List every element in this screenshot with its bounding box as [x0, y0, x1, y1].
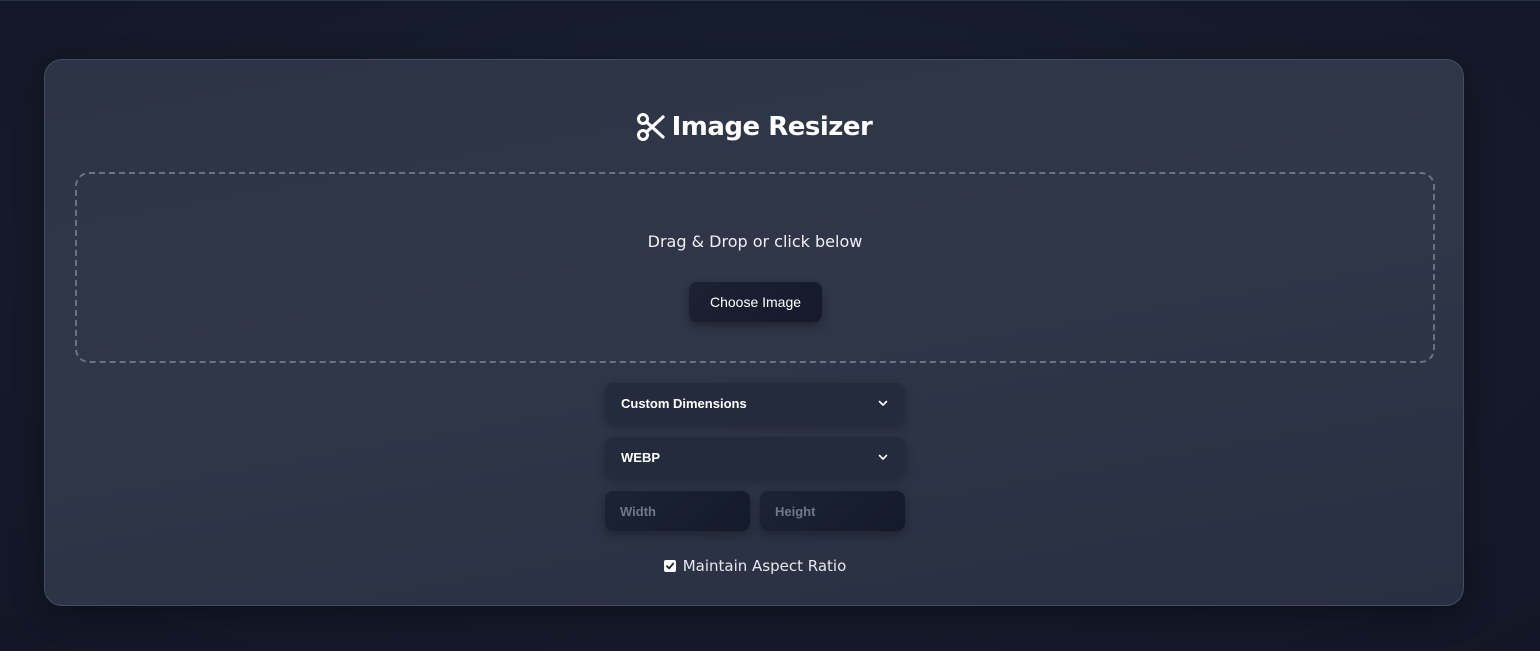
aspect-ratio-checkbox[interactable] [663, 560, 676, 572]
page-header: Image Resizer [45, 112, 1463, 142]
dimension-mode-select[interactable]: Custom Dimensions [605, 383, 905, 423]
choose-image-button[interactable]: Choose Image [689, 282, 822, 322]
aspect-ratio-label[interactable]: Maintain Aspect Ratio [683, 557, 847, 575]
page-title: Image Resizer [671, 112, 873, 142]
chevron-down-icon [877, 451, 889, 463]
height-input[interactable] [760, 491, 905, 531]
chevron-down-icon [877, 397, 889, 409]
dimension-mode-value: Custom Dimensions [621, 395, 747, 411]
scissors-icon [636, 112, 666, 142]
image-dropzone[interactable]: Drag & Drop or click below Choose Image [75, 172, 1435, 363]
resizer-card: Image Resizer Drag & Drop or click below… [44, 59, 1464, 606]
aspect-ratio-option: Maintain Aspect Ratio [45, 557, 1463, 575]
dropzone-prompt: Drag & Drop or click below [647, 232, 863, 251]
output-format-value: WEBP [621, 449, 660, 465]
output-format-select[interactable]: WEBP [605, 437, 905, 477]
checkmark-icon [665, 562, 674, 570]
width-input[interactable] [605, 491, 750, 531]
window-top-border [0, 0, 1540, 1]
